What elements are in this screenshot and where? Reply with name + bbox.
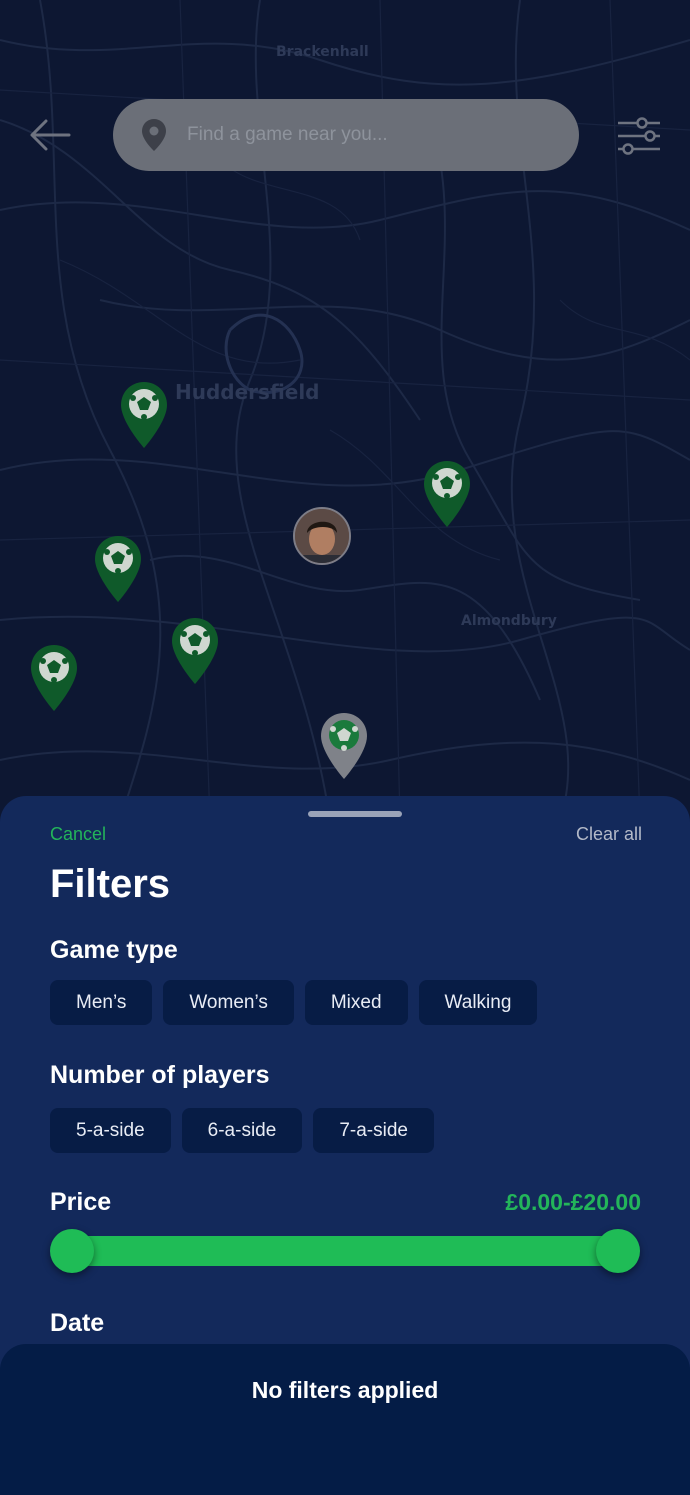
- game-pin-selected[interactable]: [319, 711, 369, 781]
- football-pin-icon: [321, 713, 367, 779]
- search-input[interactable]: [185, 123, 549, 147]
- search-bar[interactable]: [113, 99, 579, 171]
- price-range-value: £0.00-£20.00: [505, 1189, 641, 1215]
- map-label-huddersfield: Huddersfield: [175, 380, 320, 404]
- filters-status: No filters applied: [251, 1377, 439, 1403]
- chip-walking[interactable]: Walking: [418, 980, 538, 1025]
- user-photo: [295, 509, 349, 563]
- user-avatar[interactable]: [293, 507, 351, 565]
- price-heading: Price: [50, 1188, 112, 1216]
- players-heading: Number of players: [50, 1061, 270, 1089]
- price-slider-max-handle[interactable]: [596, 1229, 640, 1273]
- chip-mixed[interactable]: Mixed: [304, 980, 408, 1025]
- back-button[interactable]: [26, 112, 74, 160]
- page-title: Filters: [50, 862, 171, 906]
- map-label-almondbury: Almondbury: [461, 613, 557, 629]
- football-pin-icon: [95, 536, 141, 602]
- back-arrow-icon: [30, 119, 71, 151]
- chip-mens[interactable]: Men’s: [50, 980, 153, 1025]
- game-type-options: Men’s Women’s Mixed Walking: [50, 980, 538, 1025]
- sheet-drag-handle[interactable]: [308, 811, 402, 817]
- map-view[interactable]: Brackenhall Huddersfield Almondbury: [0, 0, 690, 820]
- football-pin-icon: [121, 382, 167, 448]
- football-pin-icon: [31, 645, 77, 711]
- filter-sliders-icon: [618, 117, 660, 155]
- game-pin[interactable]: [170, 616, 220, 686]
- game-type-heading: Game type: [50, 936, 178, 964]
- football-pin-icon: [172, 618, 218, 684]
- filter-button[interactable]: [614, 112, 664, 160]
- game-pin[interactable]: [422, 459, 472, 529]
- chip-5-a-side[interactable]: 5-a-side: [50, 1108, 171, 1153]
- football-pin-icon: [424, 461, 470, 527]
- game-pin[interactable]: [29, 643, 79, 713]
- cancel-button[interactable]: Cancel: [50, 824, 106, 845]
- date-heading: Date: [50, 1309, 105, 1337]
- map-label-brackenhall: Brackenhall: [276, 44, 369, 60]
- chip-7-a-side[interactable]: 7-a-side: [313, 1108, 434, 1153]
- price-slider-track[interactable]: [70, 1236, 620, 1266]
- apply-filters-bar[interactable]: No filters applied: [0, 1344, 690, 1495]
- location-pin-icon: [142, 119, 166, 151]
- game-pin[interactable]: [119, 380, 169, 450]
- game-pin[interactable]: [93, 534, 143, 604]
- price-slider-min-handle[interactable]: [50, 1229, 94, 1273]
- clear-all-button[interactable]: Clear all: [576, 824, 642, 845]
- players-options: 5-a-side 6-a-side 7-a-side: [50, 1108, 434, 1153]
- chip-womens[interactable]: Women’s: [163, 980, 294, 1025]
- chip-6-a-side[interactable]: 6-a-side: [181, 1108, 303, 1153]
